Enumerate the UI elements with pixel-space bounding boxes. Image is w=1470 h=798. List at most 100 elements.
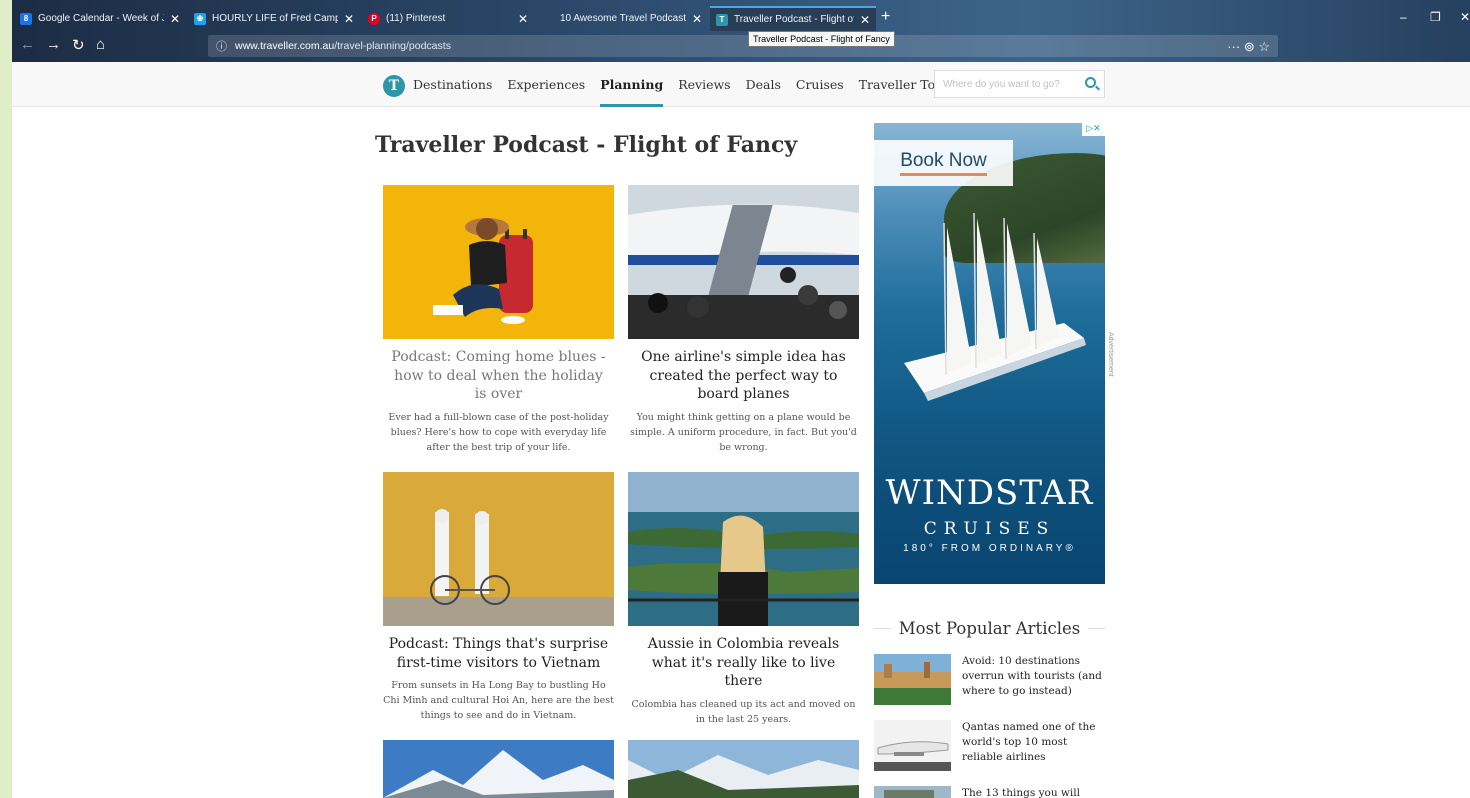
- article-image[interactable]: [628, 472, 859, 626]
- info-icon[interactable]: ⓘ: [216, 38, 227, 54]
- book-now-button[interactable]: Book Now: [874, 140, 1013, 186]
- street-photo: [874, 786, 951, 798]
- article-description: Colombia has cleaned up its act and move…: [631, 698, 856, 725]
- tab-strip: 8 Google Calendar - Week of Jan ✕ ❀ HOUR…: [12, 6, 1470, 31]
- article-image[interactable]: [628, 185, 859, 339]
- tab-google-calendar[interactable]: 8 Google Calendar - Week of Jan ✕: [14, 6, 186, 31]
- article-card[interactable]: Aussie in Colombia reveals what it's rea…: [628, 472, 859, 727]
- qantas-plane-photo: [874, 720, 951, 771]
- tab-title: HOURLY LIFE of Fred Campos: [212, 13, 338, 24]
- article-image[interactable]: [383, 740, 614, 798]
- article-title[interactable]: One airline's simple idea has created th…: [628, 348, 859, 404]
- close-tab-icon[interactable]: ✕: [860, 13, 870, 27]
- popular-article[interactable]: The 13 things you will: [874, 786, 1105, 798]
- home-icon[interactable]: ⌂: [96, 36, 105, 53]
- restore-icon[interactable]: ❐: [1430, 10, 1441, 24]
- twitter-icon: ❀: [194, 12, 206, 25]
- advertisement-label: Advertisement: [1107, 332, 1114, 377]
- tab-title: (11) Pinterest: [386, 13, 446, 24]
- article-title[interactable]: Podcast: Things that's surprise first-ti…: [383, 635, 614, 672]
- plane-boarding-photo: [628, 185, 859, 339]
- address-bar[interactable]: ⓘ www.traveller.com.au /travel-planning/…: [208, 35, 1278, 57]
- url-path: /travel-planning/podcasts: [334, 40, 451, 52]
- book-now-label: Book Now: [900, 150, 987, 176]
- popular-article[interactable]: Avoid: 10 destinations overrun with tour…: [874, 654, 1105, 705]
- article-image[interactable]: [383, 472, 614, 626]
- close-tab-icon[interactable]: ✕: [344, 12, 354, 26]
- ad-tagline: 180° FROM ORDINARY®: [903, 543, 1076, 554]
- advertisement-banner[interactable]: Book Now ▷✕ WINDSTAR CRUISES 180° FROM O…: [874, 123, 1105, 584]
- page-icon: [542, 13, 554, 25]
- page-title: Traveller Podcast - Flight of Fancy: [375, 132, 798, 158]
- tab-title: Google Calendar - Week of Jan: [38, 13, 164, 24]
- traveller-logo[interactable]: T: [383, 75, 405, 97]
- tab-title: 10 Awesome Travel Podcasts to: [560, 13, 686, 24]
- navigation-toolbar: ← → ↻ ⌂ ⓘ www.traveller.com.au /travel-p…: [12, 32, 1470, 84]
- url-domain: www.traveller.com.au: [235, 40, 335, 52]
- back-icon[interactable]: ←: [20, 36, 35, 53]
- tab-travel-podcasts[interactable]: 10 Awesome Travel Podcasts to ✕: [536, 6, 708, 31]
- article-card[interactable]: Podcast: Coming home blues - how to deal…: [383, 185, 614, 455]
- popular-article-thumbnail[interactable]: [874, 654, 951, 705]
- article-title[interactable]: Aussie in Colombia reveals what it's rea…: [628, 635, 859, 691]
- tab-title: Traveller Podcast - Flight of Fa: [734, 14, 854, 25]
- close-tab-icon[interactable]: ✕: [170, 12, 180, 26]
- article-title[interactable]: Podcast: Coming home blues - how to deal…: [383, 348, 614, 404]
- divider: [874, 628, 891, 629]
- tab-traveller-podcast[interactable]: T Traveller Podcast - Flight of Fa ✕: [710, 6, 876, 31]
- cruise-ship-graphic: [904, 212, 1086, 401]
- nav-links: Destinations Experiences Planning Review…: [413, 62, 1021, 107]
- popular-article-title[interactable]: Qantas named one of the world's top 10 m…: [962, 720, 1105, 771]
- ad-brand-sub: CRUISES: [923, 519, 1056, 539]
- most-popular-heading: Most Popular Articles: [874, 619, 1105, 638]
- popular-article-title[interactable]: Avoid: 10 destinations overrun with tour…: [962, 654, 1105, 705]
- most-popular-title: Most Popular Articles: [898, 619, 1081, 638]
- nav-cruises[interactable]: Cruises: [796, 62, 844, 107]
- nav-destinations[interactable]: Destinations: [413, 62, 492, 107]
- nav-reviews[interactable]: Reviews: [678, 62, 730, 107]
- article-description: Ever had a full-blown case of the post-h…: [388, 411, 609, 453]
- reload-icon[interactable]: ↻: [72, 36, 85, 54]
- nav-experiences[interactable]: Experiences: [507, 62, 585, 107]
- site-navigation: T Destinations Experiences Planning Revi…: [12, 62, 1470, 107]
- minimize-icon[interactable]: –: [1400, 10, 1407, 24]
- article-image[interactable]: [628, 740, 859, 798]
- page-actions-icon[interactable]: ··· ⊚ ☆: [1227, 39, 1270, 55]
- town-photo: [874, 654, 951, 705]
- mountain-photo: [383, 740, 614, 798]
- popular-article[interactable]: Qantas named one of the world's top 10 m…: [874, 720, 1105, 771]
- tab-tooltip: Traveller Podcast - Flight of Fancy: [748, 31, 895, 47]
- article-description: You might think getting on a plane would…: [630, 411, 857, 453]
- browser-chrome: 8 Google Calendar - Week of Jan ✕ ❀ HOUR…: [12, 0, 1470, 84]
- adchoices-icon[interactable]: ▷✕: [1082, 123, 1105, 136]
- divider: [1088, 628, 1105, 629]
- close-tab-icon[interactable]: ✕: [692, 12, 702, 26]
- close-window-icon[interactable]: ✕: [1460, 10, 1470, 24]
- ad-brand: WINDSTAR: [885, 473, 1094, 513]
- forest-mountain-photo: [628, 740, 859, 798]
- traveller-icon: T: [716, 13, 728, 26]
- web-page: T Destinations Experiences Planning Revi…: [12, 62, 1470, 798]
- tab-hourly-life[interactable]: ❀ HOURLY LIFE of Fred Campos ✕: [188, 6, 360, 31]
- tab-pinterest[interactable]: P (11) Pinterest ✕: [362, 6, 534, 31]
- article-description: From sunsets in Ha Long Bay to bustling …: [383, 680, 614, 721]
- pinterest-icon: P: [368, 12, 380, 25]
- article-card[interactable]: One airline's simple idea has created th…: [628, 185, 859, 455]
- close-tab-icon[interactable]: ✕: [518, 12, 528, 26]
- site-search: [934, 70, 1105, 98]
- woman-suitcase-photo: [383, 185, 614, 339]
- search-icon[interactable]: [1085, 77, 1096, 88]
- nav-deals[interactable]: Deals: [746, 62, 781, 107]
- calendar-icon: 8: [20, 12, 32, 25]
- article-image[interactable]: [383, 185, 614, 339]
- nav-planning[interactable]: Planning: [600, 62, 664, 107]
- vietnam-bicycle-photo: [383, 472, 614, 626]
- popular-article-title[interactable]: The 13 things you will: [962, 786, 1080, 798]
- article-card[interactable]: Podcast: Things that's surprise first-ti…: [383, 472, 614, 723]
- forward-icon[interactable]: →: [46, 36, 61, 53]
- popular-article-thumbnail[interactable]: [874, 720, 951, 771]
- popular-article-thumbnail[interactable]: [874, 786, 951, 798]
- search-input[interactable]: [943, 78, 1079, 90]
- colombia-lake-photo: [628, 472, 859, 626]
- new-tab-icon[interactable]: +: [881, 8, 890, 26]
